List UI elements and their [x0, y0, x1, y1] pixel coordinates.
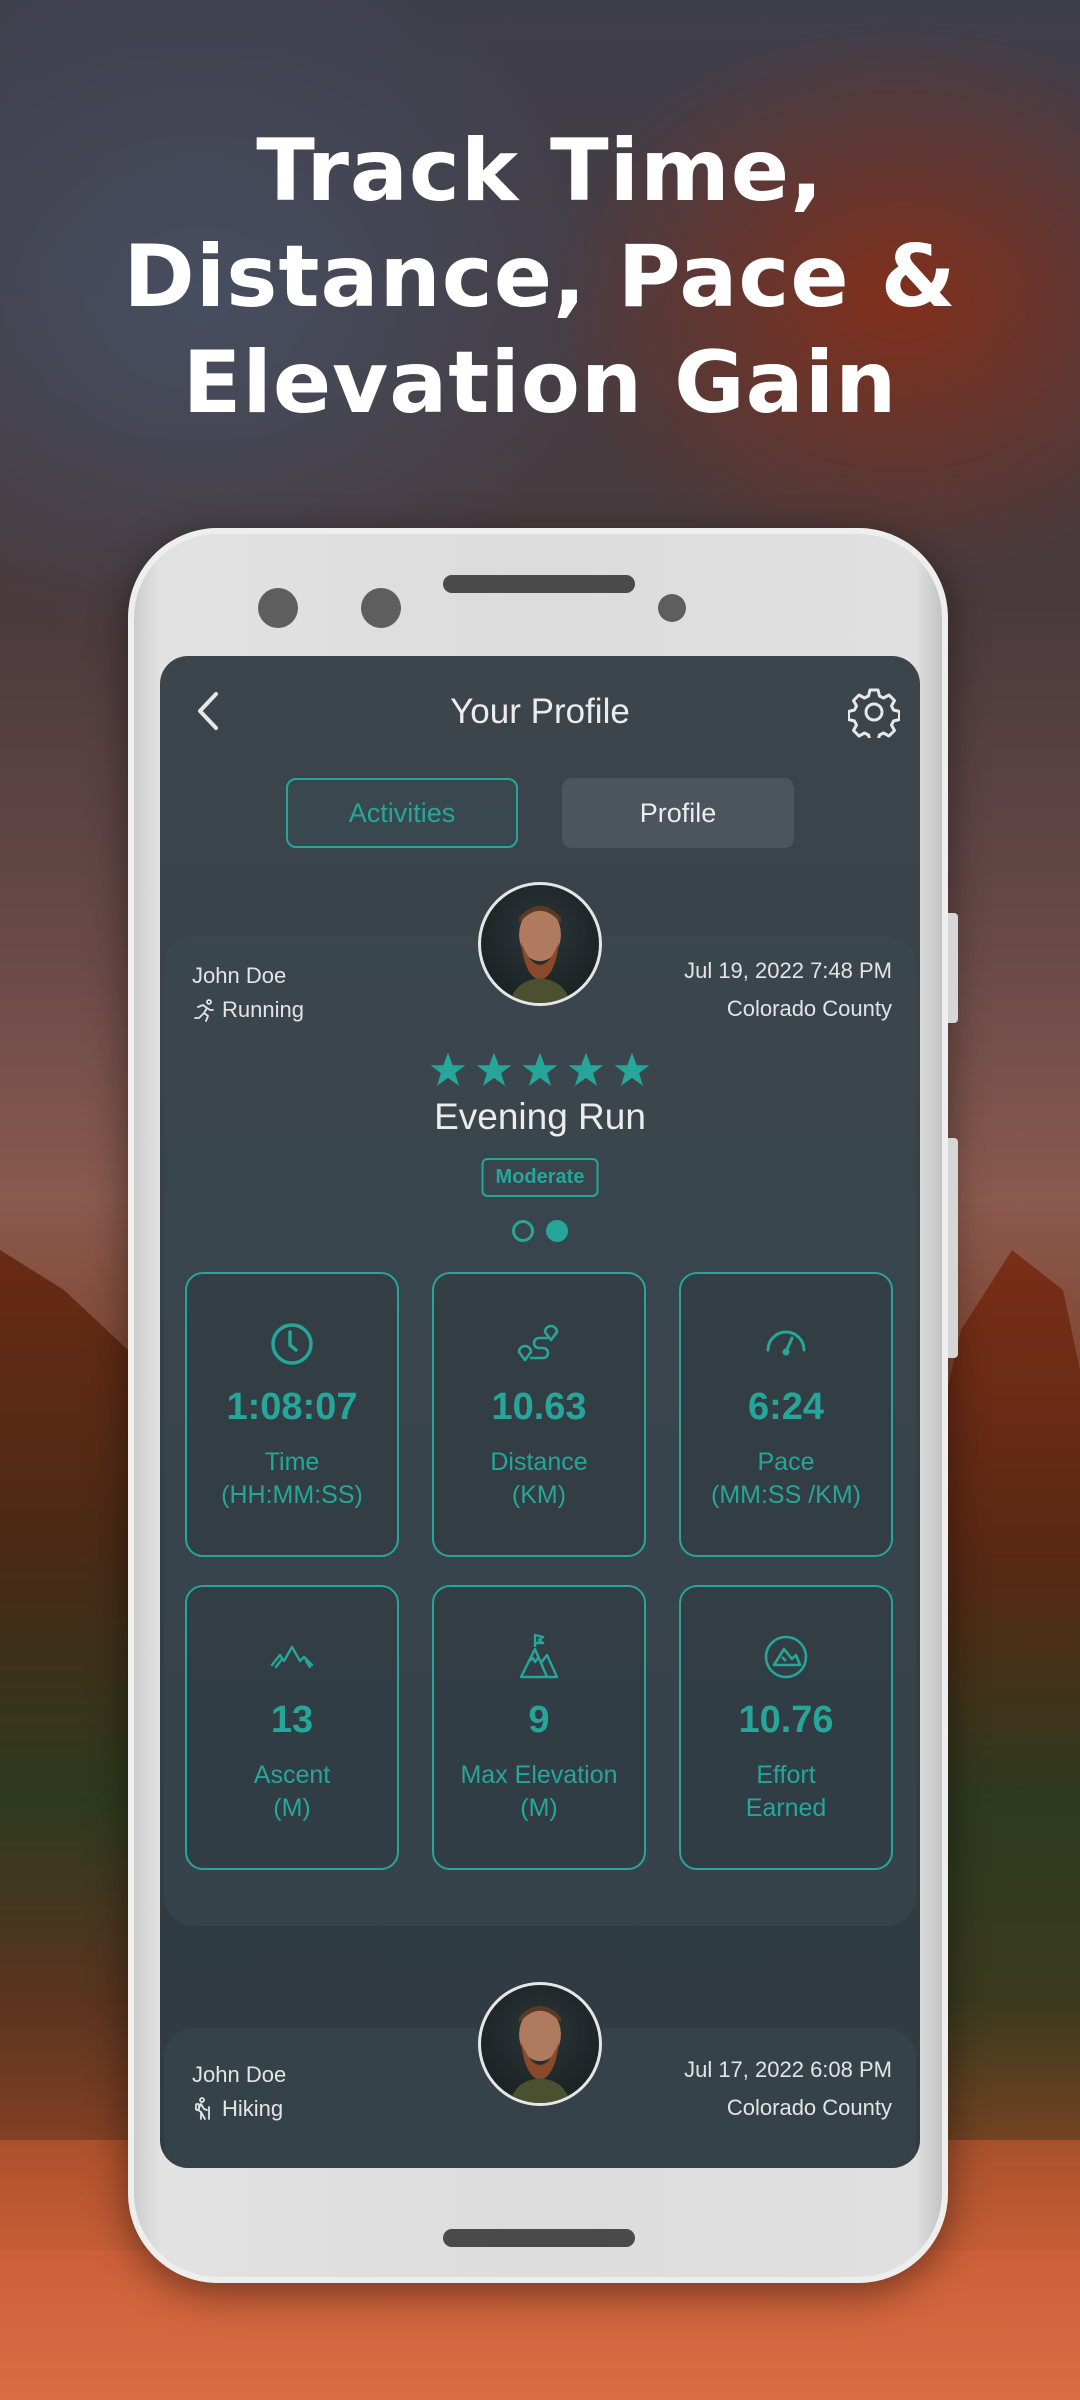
activity-datetime: Jul 17, 2022 6:08 PM	[684, 2057, 892, 2082]
route-icon	[517, 1324, 559, 1362]
summit-flag-icon	[519, 1633, 559, 1679]
star-icon	[614, 1052, 650, 1086]
stat-time: 1:08:07 Time (HH:MM:SS)	[185, 1272, 399, 1557]
stat-value: 9	[528, 1699, 550, 1741]
app-screen: Your Profile Activities Profile John Doe…	[160, 656, 920, 2168]
avatar[interactable]	[478, 882, 602, 1006]
activity-datetime: Jul 19, 2022 7:48 PM	[684, 958, 892, 983]
stat-value: 10.76	[738, 1699, 834, 1741]
user-name: John Doe	[192, 2062, 287, 2087]
tab-profile[interactable]: Profile	[562, 778, 794, 848]
top-bar: Your Profile	[160, 656, 920, 766]
effort-badge-icon	[764, 1635, 808, 1679]
stat-distance: 10.63 Distance (KM)	[432, 1272, 646, 1557]
stat-value: 13	[270, 1699, 314, 1741]
settings-button[interactable]	[847, 686, 901, 743]
running-icon	[194, 999, 214, 1022]
stat-label: Time (HH:MM:SS)	[221, 1448, 363, 1509]
user-name: John Doe	[192, 963, 287, 988]
pager-dot-1[interactable]	[512, 1220, 534, 1242]
gear-icon	[847, 688, 901, 743]
stat-label: Max Elevation (M)	[460, 1761, 618, 1822]
stat-label: Ascent (M)	[253, 1761, 331, 1822]
star-icon	[522, 1052, 558, 1086]
speedometer-icon	[766, 1330, 806, 1356]
phone-sensor	[361, 588, 401, 628]
stat-ascent: 13 Ascent (M)	[185, 1585, 399, 1870]
star-icon	[430, 1052, 466, 1086]
phone-earpiece	[443, 575, 635, 593]
avatar[interactable]	[478, 1982, 602, 2106]
stat-label: Distance (KM)	[490, 1448, 588, 1509]
stat-value: 6:24	[747, 1386, 825, 1428]
rating-stars	[160, 1051, 920, 1089]
mountain-range-icon	[270, 1645, 314, 1669]
phone-proximity-sensor	[658, 594, 686, 622]
promo-headline: Track Time, Distance, Pace & Elevation G…	[0, 118, 1080, 436]
phone-power-button	[948, 913, 958, 1023]
star-icon	[568, 1052, 604, 1086]
headline-line-2: Distance, Pace &	[123, 227, 957, 327]
activity-location: Colorado County	[726, 2095, 892, 2120]
phone-frame: Your Profile Activities Profile John Doe…	[128, 528, 958, 2283]
phone-bottom-speaker	[443, 2229, 635, 2247]
activity-datetime-location: Jul 19, 2022 7:48 PM Colorado County	[684, 952, 892, 1028]
activity-type: Hiking	[222, 2096, 284, 2121]
phone-camera	[258, 588, 298, 628]
tab-activities[interactable]: Activities	[286, 778, 518, 848]
page-title: Your Profile	[450, 692, 630, 731]
activity-user-info: John Doe Hiking	[192, 2058, 286, 2126]
stat-effort-earned: 10.76 Effort Earned	[679, 1585, 893, 1870]
headline-line-1: Track Time,	[256, 121, 824, 221]
avatar-photo	[509, 2005, 571, 2103]
activity-title: Evening Run	[434, 1096, 646, 1137]
stat-value: 10.63	[491, 1386, 587, 1428]
difficulty-badge: Moderate	[481, 1158, 599, 1197]
clock-icon	[271, 1323, 313, 1365]
star-icon	[476, 1052, 512, 1086]
pager-dot-2[interactable]	[546, 1220, 568, 1242]
activity-type: Running	[222, 997, 304, 1022]
headline-line-3: Elevation Gain	[182, 333, 898, 433]
activity-datetime-location: Jul 17, 2022 6:08 PM Colorado County	[684, 2051, 892, 2127]
stat-label: Pace (MM:SS /KM)	[711, 1448, 861, 1509]
pager-dots	[160, 1220, 920, 1242]
stat-label: Effort Earned	[745, 1761, 827, 1822]
activity-location: Colorado County	[726, 996, 892, 1021]
avatar-photo	[509, 905, 571, 1003]
stat-pace: 6:24 Pace (MM:SS /KM)	[679, 1272, 893, 1557]
stat-max-elevation: 9 Max Elevation (M)	[432, 1585, 646, 1870]
stat-value: 1:08:07	[226, 1386, 358, 1428]
hiking-icon	[195, 2097, 210, 2120]
activity-user-info: John Doe Running	[192, 959, 304, 1027]
phone-volume-button	[948, 1138, 958, 1358]
